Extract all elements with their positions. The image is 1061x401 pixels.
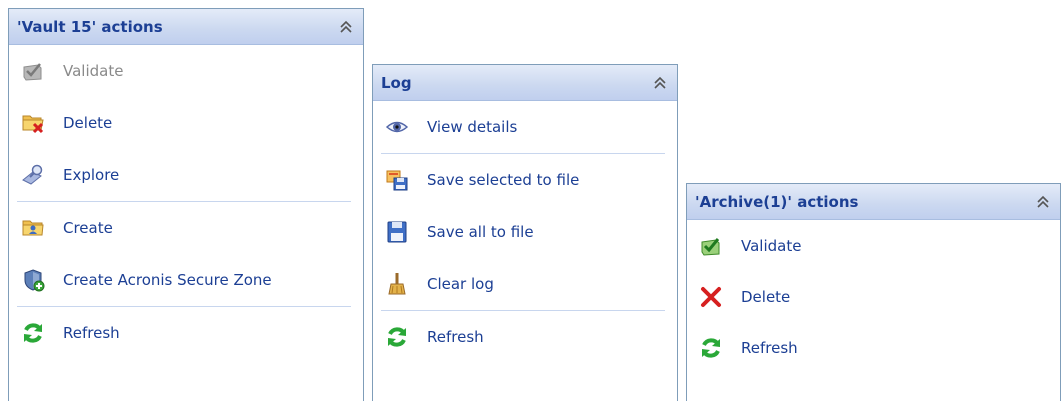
- eye-icon: [385, 115, 409, 139]
- collapse-chevron-icon[interactable]: [653, 76, 667, 90]
- refresh-icon: [21, 321, 45, 345]
- delete-label: Delete: [741, 287, 791, 306]
- broom-icon: [385, 272, 409, 296]
- create-action[interactable]: Create: [9, 202, 363, 254]
- validate-label: Validate: [63, 62, 124, 80]
- view-details-label: View details: [427, 118, 518, 136]
- save-selected-label: Save selected to file: [427, 171, 580, 189]
- refresh-icon: [385, 325, 409, 349]
- validate-icon: [21, 59, 45, 83]
- archive-actions-panel: 'Archive(1)' actions Validate Delete Ref…: [686, 183, 1061, 401]
- refresh-label: Refresh: [427, 328, 484, 346]
- save-all-label: Save all to file: [427, 223, 534, 241]
- log-panel: Log View details Save selected to file S…: [372, 64, 678, 401]
- panel-title: 'Vault 15' actions: [17, 17, 163, 36]
- validate-action: Validate: [9, 45, 363, 97]
- save-selected-action[interactable]: Save selected to file: [373, 154, 677, 206]
- create-label: Create: [63, 219, 113, 237]
- refresh-action[interactable]: Refresh: [9, 307, 363, 359]
- clear-log-label: Clear log: [427, 275, 494, 293]
- delete-action[interactable]: Delete: [9, 97, 363, 149]
- refresh-action[interactable]: Refresh: [373, 311, 677, 363]
- vault-actions-panel: 'Vault 15' actions Validate Delete Explo…: [8, 8, 364, 401]
- refresh-icon: [699, 336, 723, 360]
- floppy-disk-icon: [385, 220, 409, 244]
- collapse-chevron-icon[interactable]: [1036, 195, 1050, 209]
- vault-actions-header[interactable]: 'Vault 15' actions: [9, 9, 363, 45]
- red-x-icon: [699, 285, 723, 309]
- explore-label: Explore: [63, 166, 120, 184]
- clear-log-action[interactable]: Clear log: [373, 258, 677, 310]
- archive-actions-header[interactable]: 'Archive(1)' actions: [687, 184, 1060, 220]
- panel-title: 'Archive(1)' actions: [695, 192, 859, 211]
- refresh-label: Refresh: [741, 338, 798, 357]
- save-selected-icon: [385, 168, 409, 192]
- collapse-chevron-icon[interactable]: [339, 20, 353, 34]
- refresh-action[interactable]: Refresh: [687, 322, 1060, 373]
- refresh-label: Refresh: [63, 324, 120, 342]
- view-details-action[interactable]: View details: [373, 101, 677, 153]
- create-secure-zone-action[interactable]: Create Acronis Secure Zone: [9, 254, 363, 306]
- folder-delete-icon: [21, 111, 45, 135]
- save-all-action[interactable]: Save all to file: [373, 206, 677, 258]
- explore-action[interactable]: Explore: [9, 149, 363, 201]
- checkmark-icon: [699, 234, 723, 258]
- log-header[interactable]: Log: [373, 65, 677, 101]
- delete-action[interactable]: Delete: [687, 271, 1060, 322]
- delete-label: Delete: [63, 114, 113, 132]
- panel-title: Log: [381, 73, 412, 92]
- secure-zone-icon: [21, 268, 45, 292]
- validate-action[interactable]: Validate: [687, 220, 1060, 271]
- folder-create-icon: [21, 216, 45, 240]
- create-secure-zone-label: Create Acronis Secure Zone: [63, 271, 272, 289]
- validate-label: Validate: [741, 236, 802, 255]
- explore-icon: [21, 163, 45, 187]
